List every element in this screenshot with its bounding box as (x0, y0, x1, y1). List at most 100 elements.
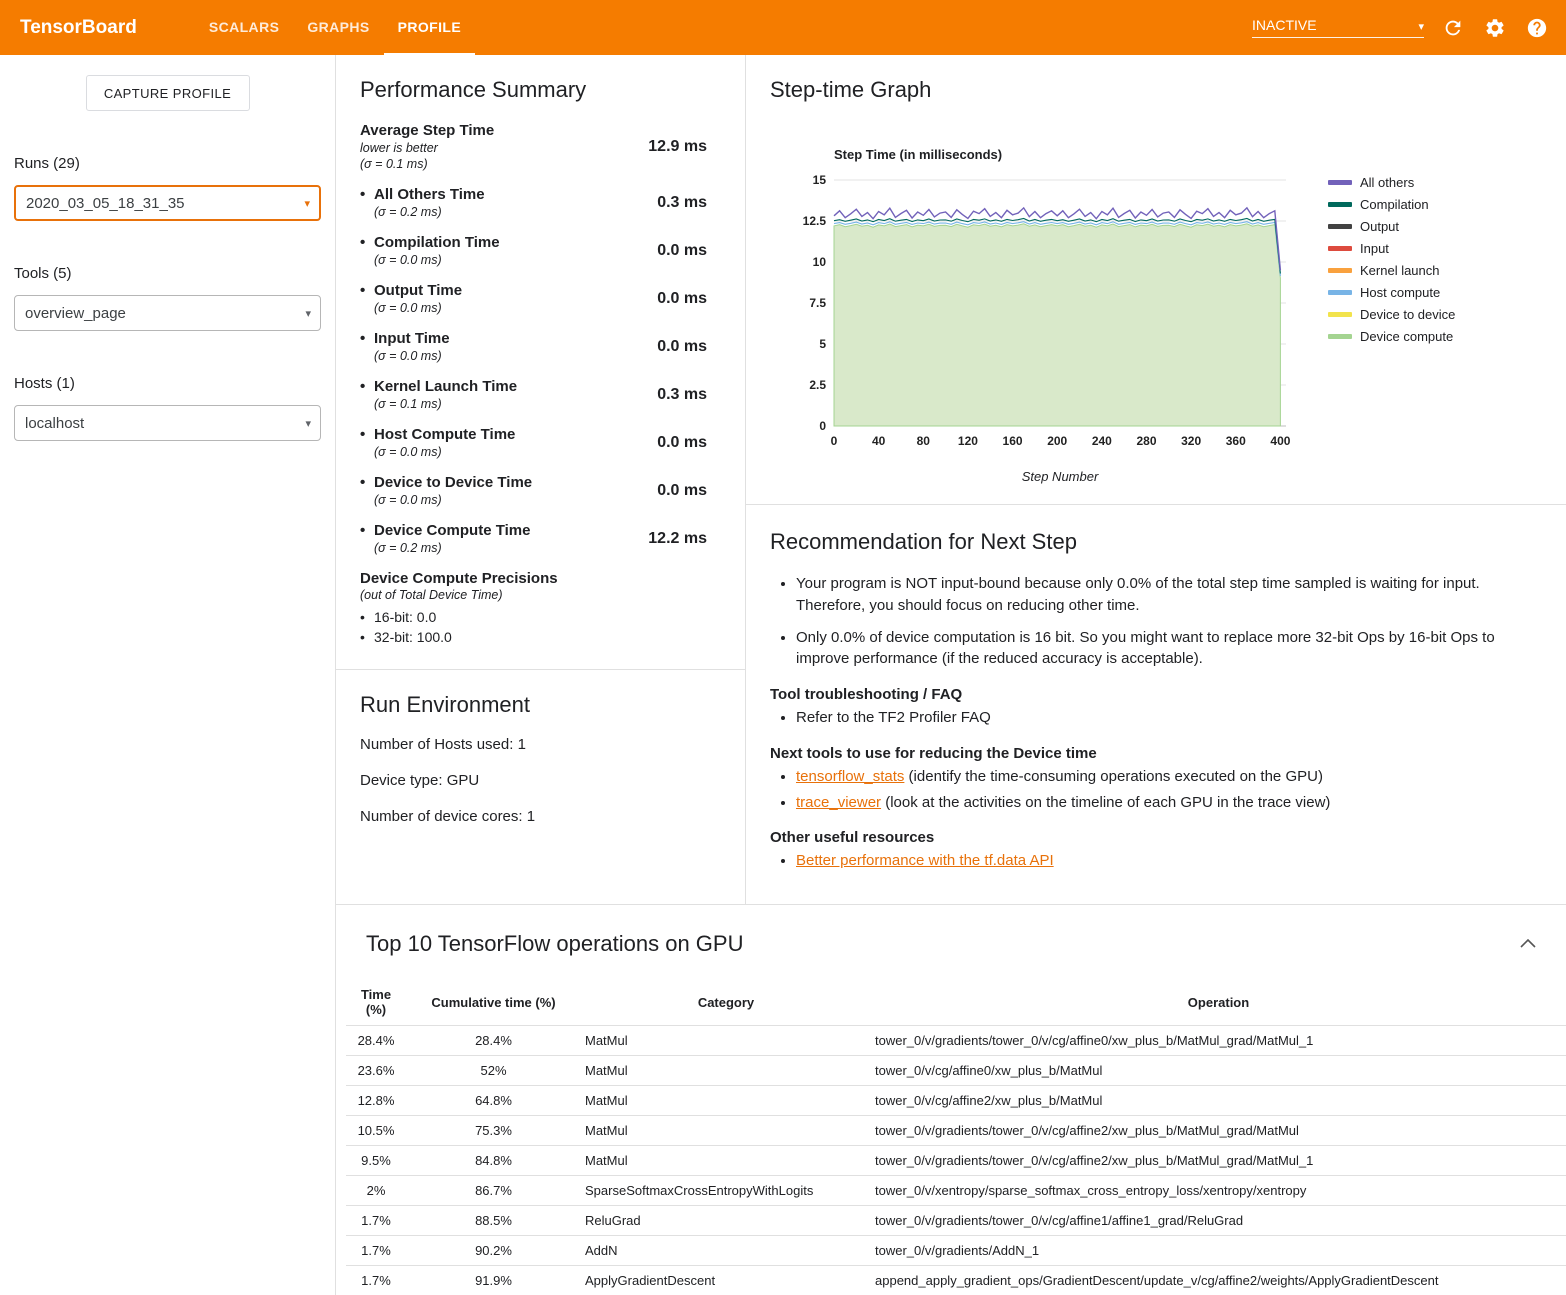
run-environment-title: Run Environment (360, 692, 721, 718)
chevron-down-icon: ▾ (1418, 20, 1424, 33)
tab-scalars[interactable]: SCALARS (195, 0, 293, 55)
legend-swatch (1328, 202, 1352, 207)
bullet-icon: • (360, 521, 374, 540)
summary-item-note: (σ = 0.0 ms) (374, 444, 631, 460)
cell-time: 10.5% (346, 1116, 406, 1146)
status-dropdown[interactable]: INACTIVE ▾ (1252, 17, 1424, 38)
reco-link[interactable]: Better performance with the tf.data API (796, 852, 1054, 869)
legend-swatch (1328, 312, 1352, 317)
precisions-label: Device Compute Precisions (360, 569, 721, 588)
summary-item-value: 0.0 ms (631, 290, 707, 308)
cell-operation: tower_0/v/gradients/AddN_1 (871, 1236, 1566, 1266)
summary-item-note: (σ = 0.0 ms) (374, 300, 631, 316)
cell-operation: tower_0/v/gradients/tower_0/v/cg/affine2… (871, 1146, 1566, 1176)
settings-gear-icon[interactable] (1482, 15, 1508, 41)
tools-select[interactable]: overview_page ▾ (14, 295, 321, 331)
summary-item-text: •Output Time(σ = 0.0 ms) (360, 281, 631, 316)
summary-item-text: •Device Compute Time(σ = 0.2 ms) (360, 521, 631, 556)
summary-item: •Input Time(σ = 0.0 ms)0.0 ms (360, 329, 721, 364)
chart-title: Step Time (in milliseconds) (834, 147, 1314, 162)
cell-category: MatMul (581, 1086, 871, 1116)
tab-graphs[interactable]: GRAPHS (293, 0, 383, 55)
cell-cumulative: 28.4% (406, 1026, 581, 1056)
cell-time: 9.5% (346, 1146, 406, 1176)
legend-label: Compilation (1360, 197, 1429, 212)
table-row: 2%86.7%SparseSoftmaxCrossEntropyWithLogi… (346, 1176, 1566, 1206)
svg-text:0: 0 (831, 434, 838, 448)
reco-sub-item: Better performance with the tf.data API (796, 850, 1542, 872)
precision-item: •32-bit: 100.0 (360, 627, 721, 647)
reco-link[interactable]: tensorflow_stats (796, 768, 904, 785)
bullet-icon: • (360, 627, 374, 647)
top-ops-section: Top 10 TensorFlow operations on GPU Time… (336, 905, 1566, 1295)
chevron-up-icon[interactable] (1516, 931, 1540, 957)
reco-bullets: Your program is NOT input-bound because … (770, 573, 1542, 670)
section-divider (336, 669, 745, 670)
legend-label: Output (1360, 219, 1399, 234)
legend-item: Kernel launch (1328, 263, 1455, 278)
cell-category: MatMul (581, 1146, 871, 1176)
reco-subheading: Other useful resources (770, 829, 1542, 846)
main-content: Performance Summary Average Step Timelow… (335, 55, 1566, 1295)
reco-bullet: Your program is NOT input-bound because … (796, 573, 1542, 617)
tools-select-value: overview_page (25, 305, 126, 322)
refresh-icon[interactable] (1440, 15, 1466, 41)
legend-item: Compilation (1328, 197, 1455, 212)
runs-select-value: 2020_03_05_18_31_35 (26, 195, 185, 212)
device-compute-precisions: Device Compute Precisions (out of Total … (360, 569, 721, 647)
app-title: TensorBoard (20, 17, 137, 39)
table-row: 10.5%75.3%MatMultower_0/v/gradients/towe… (346, 1116, 1566, 1146)
cell-operation: tower_0/v/xentropy/sparse_softmax_cross_… (871, 1176, 1566, 1206)
performance-summary-section: Performance Summary Average Step Timelow… (336, 55, 746, 904)
top-ops-title: Top 10 TensorFlow operations on GPU (366, 931, 1516, 957)
reco-link[interactable]: trace_viewer (796, 794, 881, 811)
recommendation-section: Recommendation for Next Step Your progra… (746, 505, 1566, 904)
legend-label: Host compute (1360, 285, 1440, 300)
summary-item: •Host Compute Time(σ = 0.0 ms)0.0 ms (360, 425, 721, 460)
legend-swatch (1328, 334, 1352, 339)
svg-text:120: 120 (958, 434, 978, 448)
reco-sub-list: Better performance with the tf.data API (770, 850, 1542, 872)
tools-label: Tools (5) (14, 265, 335, 282)
column-header: Category (581, 979, 871, 1026)
step-time-graph-title: Step-time Graph (770, 77, 1542, 103)
reco-subheading: Tool troubleshooting / FAQ (770, 686, 1542, 703)
svg-text:280: 280 (1136, 434, 1156, 448)
summary-item-label: •All Others Time (360, 185, 631, 204)
cell-category: AddN (581, 1236, 871, 1266)
summary-item-label: •Device Compute Time (360, 521, 631, 540)
reco-sub-list: tensorflow_stats (identify the time-cons… (770, 766, 1542, 814)
precisions-items: •16-bit: 0.0•32-bit: 100.0 (360, 607, 721, 647)
legend-label: Device to device (1360, 307, 1455, 322)
bullet-icon: • (360, 425, 374, 444)
legend-label: Input (1360, 241, 1389, 256)
svg-text:15: 15 (813, 173, 827, 187)
hosts-select-value: localhost (25, 415, 84, 432)
bullet-icon: • (360, 377, 374, 396)
sidebar: CAPTURE PROFILE Runs (29) 2020_03_05_18_… (0, 55, 335, 1295)
runs-label: Runs (29) (14, 155, 335, 172)
summary-item-label: •Input Time (360, 329, 631, 348)
bullet-icon: • (360, 473, 374, 492)
help-icon[interactable] (1524, 15, 1550, 41)
header-tabs: SCALARSGRAPHSPROFILE (195, 0, 475, 55)
legend-label: Device compute (1360, 329, 1453, 344)
summary-item-label: •Device to Device Time (360, 473, 631, 492)
summary-item-value: 12.2 ms (631, 530, 707, 548)
legend-label: Kernel launch (1360, 263, 1440, 278)
cell-time: 1.7% (346, 1266, 406, 1295)
svg-text:0: 0 (819, 419, 826, 433)
runs-select[interactable]: 2020_03_05_18_31_35 ▾ (14, 185, 321, 221)
capture-profile-button[interactable]: CAPTURE PROFILE (86, 75, 250, 111)
header-actions: INACTIVE ▾ (1252, 0, 1550, 55)
summary-item: Average Step Timelower is better(σ = 0.1… (360, 121, 721, 172)
legend-item: Device compute (1328, 329, 1455, 344)
svg-text:7.5: 7.5 (809, 296, 826, 310)
tab-profile[interactable]: PROFILE (384, 0, 475, 55)
performance-summary-title: Performance Summary (360, 77, 721, 103)
chevron-down-icon: ▾ (304, 197, 310, 210)
summary-item-label-text: All Others Time (374, 186, 485, 203)
summary-item-label: Average Step Time (360, 121, 631, 140)
hosts-select[interactable]: localhost ▾ (14, 405, 321, 441)
cell-cumulative: 86.7% (406, 1176, 581, 1206)
